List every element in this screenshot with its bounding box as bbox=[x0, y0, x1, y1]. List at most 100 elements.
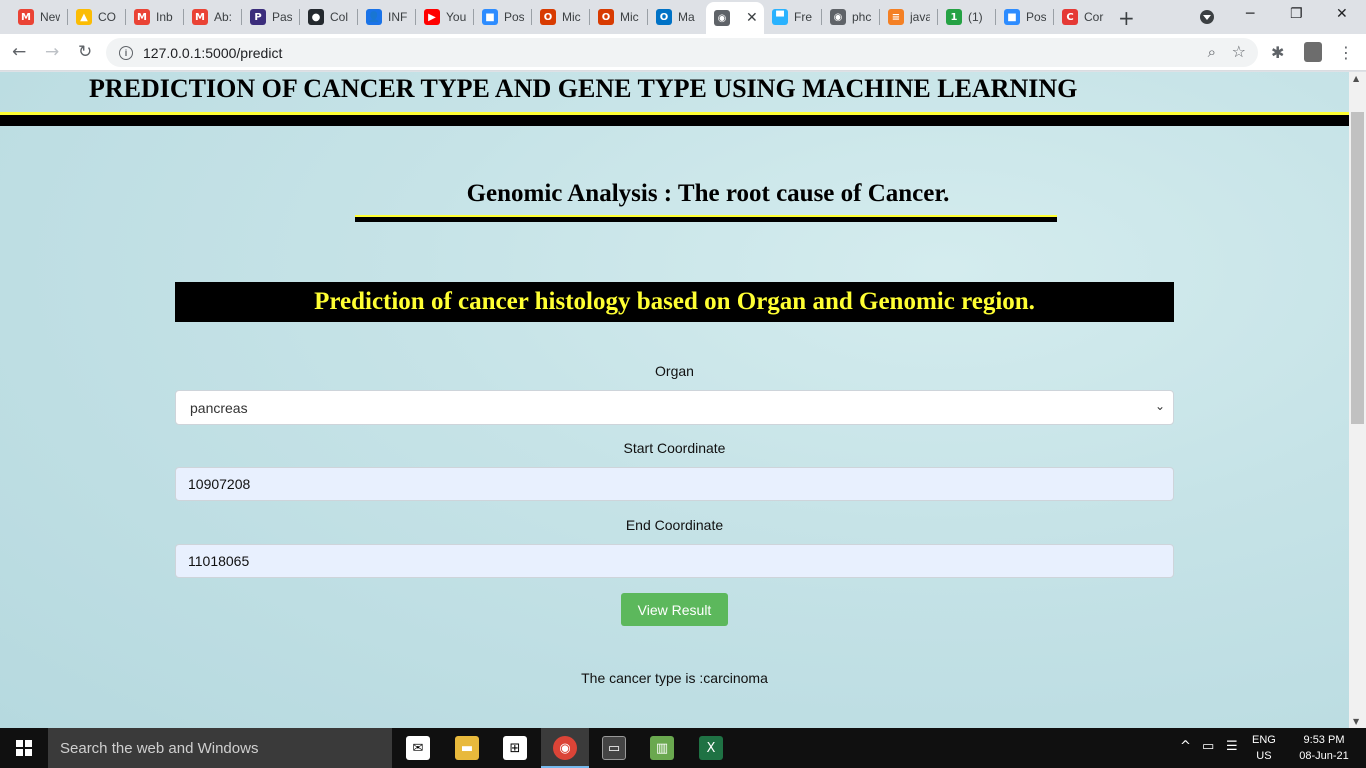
browser-tab[interactable]: ▲ CO bbox=[68, 3, 126, 31]
browser-tab[interactable]: ◉ ✕ bbox=[706, 2, 764, 34]
windows-taskbar: Search the web and Windows ✉ ▬ ⊞ ◉ ▭ ▥ X… bbox=[0, 728, 1366, 768]
terminal-icon[interactable]: ▭ bbox=[602, 736, 626, 760]
copyleaks-icon: C bbox=[1062, 9, 1078, 25]
zoom-icon[interactable]: ⌕ bbox=[1208, 43, 1216, 61]
taskbar-search-placeholder: Search the web and Windows bbox=[60, 739, 259, 757]
network-icon[interactable]: ▭ bbox=[1202, 739, 1214, 754]
page-viewport: PREDICTION OF CANCER TYPE AND GENE TYPE … bbox=[0, 72, 1349, 728]
banner-text: Prediction of cancer histology based on … bbox=[314, 288, 1035, 315]
tab-title: Mic bbox=[620, 10, 639, 24]
system-clock[interactable]: 9:53 PM 08-Jun-21 bbox=[1290, 732, 1358, 764]
browser-tab[interactable]: ■ Pos bbox=[996, 3, 1054, 31]
tab-title: Mic bbox=[562, 10, 581, 24]
tab-title: New bbox=[40, 10, 60, 24]
reload-icon[interactable]: ↻ bbox=[78, 42, 92, 62]
browser-tab[interactable]: ≡ java bbox=[880, 3, 938, 31]
excel-icon[interactable]: X bbox=[699, 736, 723, 760]
browser-tab[interactable]: ● Col bbox=[300, 3, 358, 31]
url-text[interactable]: 127.0.0.1:5000/predict bbox=[143, 45, 282, 61]
profile-avatar[interactable] bbox=[1304, 42, 1322, 62]
minimize-icon[interactable]: ─ bbox=[1246, 6, 1254, 22]
gmail-icon: M bbox=[18, 9, 34, 25]
browser-tab[interactable]: ◉ phc bbox=[822, 3, 880, 31]
forward-icon[interactable]: → bbox=[45, 42, 59, 62]
end-coordinate-value: 11018065 bbox=[188, 553, 250, 569]
close-window-icon[interactable]: ✕ bbox=[1336, 6, 1348, 22]
google-drive-icon: ▲ bbox=[76, 9, 92, 25]
browser-tab[interactable]: O Ma bbox=[648, 3, 706, 31]
globe-icon: ◉ bbox=[830, 9, 846, 25]
store-icon[interactable]: ⊞ bbox=[503, 736, 527, 760]
section-subtitle: Genomic Analysis : The root cause of Can… bbox=[466, 180, 950, 207]
organ-select[interactable]: pancreas ⌄ bbox=[175, 390, 1174, 425]
pastebin-icon: P bbox=[250, 9, 266, 25]
contacts-icon: 👤 bbox=[366, 9, 382, 25]
chevron-down-icon: ⌄ bbox=[1154, 399, 1165, 413]
page-title: PREDICTION OF CANCER TYPE AND GENE TYPE … bbox=[89, 74, 1078, 103]
browser-tab[interactable]: M Ab: bbox=[184, 3, 242, 31]
chart-app-icon[interactable]: ▥ bbox=[650, 736, 674, 760]
browser-tab[interactable]: M New bbox=[10, 3, 68, 31]
header-divider-black bbox=[0, 115, 1349, 126]
page-scrollbar[interactable]: ▲ ▼ bbox=[1349, 72, 1366, 728]
file-explorer-icon[interactable]: ▬ bbox=[455, 736, 479, 760]
browser-tab[interactable]: M Inb bbox=[126, 3, 184, 31]
bookmark-star-icon[interactable]: ☆ bbox=[1232, 42, 1246, 61]
extensions-icon[interactable]: ✱ bbox=[1271, 43, 1284, 62]
organ-select-value: pancreas bbox=[190, 399, 248, 416]
tab-title: java bbox=[910, 10, 930, 24]
menu-icon[interactable]: ⋮ bbox=[1338, 43, 1354, 62]
prediction-banner: Prediction of cancer histology based on … bbox=[175, 282, 1174, 322]
zoom-icon: ■ bbox=[1004, 9, 1020, 25]
browser-tab[interactable]: ▶ You bbox=[416, 3, 474, 31]
subtitle-underline bbox=[355, 215, 1057, 222]
office-icon: O bbox=[598, 9, 614, 25]
browser-toolbar: ← → ↻ i 127.0.0.1:5000/predict ⌕ ☆ ✱ ⋮ bbox=[0, 34, 1366, 71]
browser-tab[interactable]: O Mic bbox=[590, 3, 648, 31]
close-tab-icon[interactable]: ✕ bbox=[746, 10, 758, 26]
new-tab-button[interactable]: + bbox=[1118, 6, 1135, 30]
start-button[interactable] bbox=[0, 728, 48, 768]
page-header: PREDICTION OF CANCER TYPE AND GENE TYPE … bbox=[0, 72, 1349, 114]
browser-tab[interactable]: C Cor bbox=[1054, 3, 1112, 31]
site-info-icon[interactable]: i bbox=[119, 45, 133, 60]
browser-tab[interactable]: 👤 INF bbox=[358, 3, 416, 31]
organ-label: Organ bbox=[655, 363, 694, 379]
prediction-result: The cancer type is :carcinoma bbox=[581, 670, 768, 686]
taskbar-search[interactable]: Search the web and Windows bbox=[48, 728, 392, 768]
restore-icon[interactable]: ❐ bbox=[1290, 6, 1303, 22]
browser-tab[interactable]: ■ Pos bbox=[474, 3, 532, 31]
tab-title: Pas bbox=[272, 10, 292, 24]
tab-title: You bbox=[446, 10, 466, 24]
end-coordinate-input[interactable]: 11018065 bbox=[175, 544, 1174, 578]
zoom-icon: ■ bbox=[482, 9, 498, 25]
browser-tab[interactable]: 1 (1) bbox=[938, 3, 996, 31]
address-bar[interactable]: i 127.0.0.1:5000/predict ⌕ ☆ bbox=[106, 38, 1258, 67]
browser-tab[interactable]: ▀ Fre bbox=[764, 3, 822, 31]
tab-strip: + ─ ❐ ✕ M New ▲ CO M Inb M Ab: P Pas ● Col 👤 INF ▶ You ■… bbox=[0, 0, 1366, 34]
mail-icon[interactable]: ✉ bbox=[406, 736, 430, 760]
clock-time: 9:53 PM bbox=[1303, 734, 1345, 746]
scroll-up-icon[interactable]: ▲ bbox=[1353, 74, 1359, 83]
language-indicator[interactable]: ENG US bbox=[1252, 732, 1276, 764]
tab-title: Cor bbox=[1084, 10, 1104, 24]
notification-center-icon[interactable]: ☰ bbox=[1226, 739, 1238, 754]
scroll-down-icon[interactable]: ▼ bbox=[1353, 717, 1359, 726]
tab-title: INF bbox=[388, 10, 408, 24]
browser-tab[interactable]: O Mic bbox=[532, 3, 590, 31]
chrome-icon[interactable]: ◉ bbox=[553, 736, 577, 760]
youtube-icon: ▶ bbox=[424, 9, 440, 25]
start-coordinate-value: 10907208 bbox=[188, 476, 251, 492]
tab-title: Col bbox=[330, 10, 349, 24]
tab-title: Ab: bbox=[214, 10, 233, 24]
tab-title: Pos bbox=[504, 10, 524, 24]
tab-search-icon[interactable] bbox=[1200, 10, 1214, 24]
back-icon[interactable]: ← bbox=[12, 42, 26, 62]
tab-title: Inb bbox=[156, 10, 173, 24]
browser-tab[interactable]: P Pas bbox=[242, 3, 300, 31]
view-result-button[interactable]: View Result bbox=[621, 593, 728, 626]
tray-chevron-up-icon[interactable]: ^ bbox=[1180, 739, 1191, 754]
start-coordinate-input[interactable]: 10907208 bbox=[175, 467, 1174, 501]
scrollbar-thumb[interactable] bbox=[1351, 112, 1364, 424]
language-region: US bbox=[1256, 750, 1272, 762]
